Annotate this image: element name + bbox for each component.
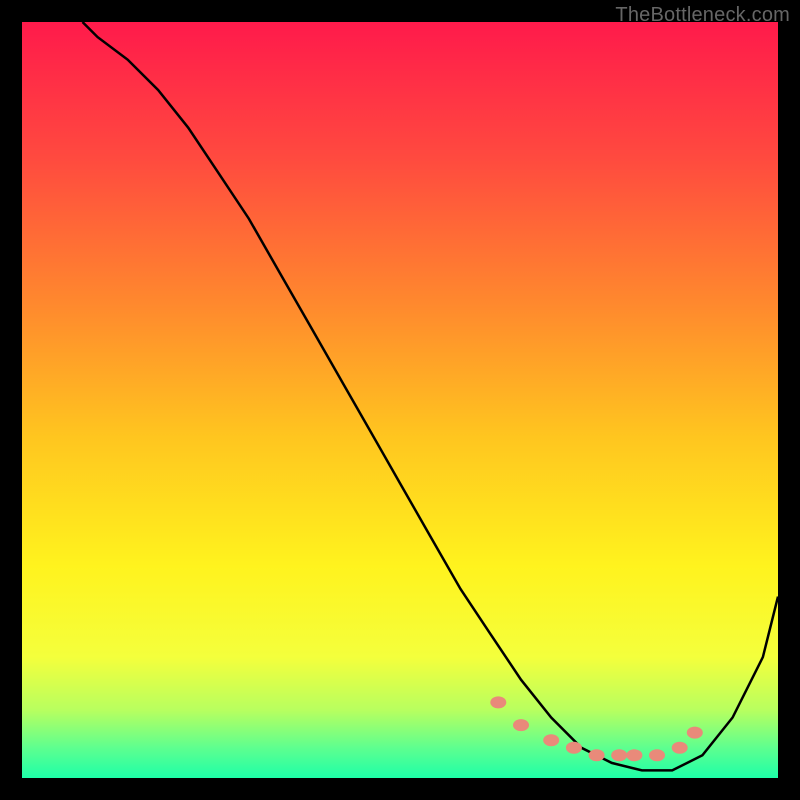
marker-dot xyxy=(672,742,688,754)
chart-svg xyxy=(22,22,778,778)
marker-dot xyxy=(513,719,529,731)
marker-dot xyxy=(589,749,605,761)
marker-dot xyxy=(566,742,582,754)
plot-area xyxy=(22,22,778,778)
marker-dot xyxy=(687,727,703,739)
marker-dot xyxy=(611,749,627,761)
marker-dot xyxy=(649,749,665,761)
marker-dot xyxy=(626,749,642,761)
gradient-background xyxy=(22,22,778,778)
marker-dot xyxy=(543,734,559,746)
marker-dot xyxy=(490,696,506,708)
chart-stage: TheBottleneck.com xyxy=(0,0,800,800)
